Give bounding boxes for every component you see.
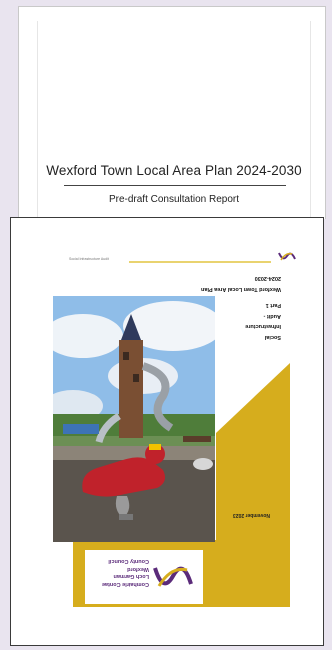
council-name-line: County Council — [108, 558, 149, 565]
plan-title-line: Wexford Town Local Area Plan — [201, 286, 281, 292]
appendix-cover-page: Social Infrastructure Audit Wexford Town… — [10, 217, 324, 646]
playground-photo — [53, 296, 215, 542]
council-logo-icon — [278, 252, 296, 261]
title-divider — [64, 185, 286, 186]
report-cover-page: Wexford Town Local Area Plan 2024-2030 P… — [18, 6, 326, 231]
council-name-line: Comhairle Contae — [101, 581, 149, 587]
council-name-line: Wexford — [127, 566, 149, 572]
council-logo-block: Comhairle Contae Loch Garman Wexford Cou… — [85, 550, 203, 604]
header-gold-rule — [129, 261, 271, 263]
report-date: November 2023 — [233, 512, 270, 518]
council-emblem-icon — [153, 566, 193, 587]
appendix-page-content: Social Infrastructure Audit Wexford Town… — [11, 218, 323, 645]
header-small-text: Social Infrastructure Audit — [69, 257, 109, 261]
plan-title-line: 2024-2030 — [254, 275, 281, 282]
cover-subtitle: Pre-draft Consultation Report — [108, 194, 240, 205]
plan-title-rotated: Wexford Town Local Area Plan 2024-2030 — [189, 270, 281, 294]
council-name-rotated: Comhairle Contae Loch Garman Wexford Cou… — [89, 557, 149, 588]
cover-inner-frame: Wexford Town Local Area Plan 2024-2030 P… — [37, 21, 311, 231]
council-name-line: Loch Garman — [113, 573, 149, 580]
cover-title: Wexford Town Local Area Plan 2024-2030 — [46, 163, 302, 178]
